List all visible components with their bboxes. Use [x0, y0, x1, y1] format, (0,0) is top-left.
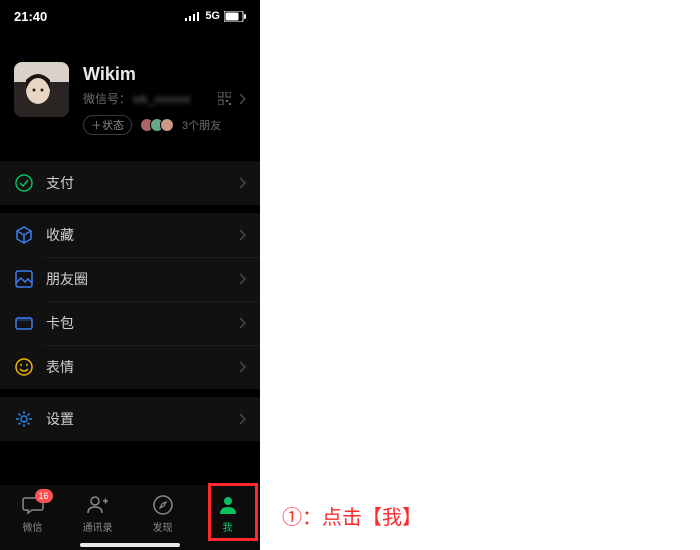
menu-label: 卡包: [46, 313, 239, 333]
network-label: 5G: [205, 10, 220, 22]
tab-me[interactable]: 我: [195, 489, 260, 550]
moments-icon: [14, 269, 34, 289]
phone-frame: 21:40 5G Wikim 微信号： wk_xxxxxx ＋状态: [0, 0, 260, 550]
discover-icon: [151, 493, 175, 517]
menu-label: 收藏: [46, 225, 239, 245]
tab-bar: 16 微信 通讯录 发现 我: [0, 485, 260, 550]
wechat-id-value: wk_xxxxxx: [133, 92, 190, 106]
sticker-icon: [14, 357, 34, 377]
tab-label: 发现: [153, 519, 173, 534]
avatar[interactable]: [14, 62, 69, 117]
status-time: 21:40: [14, 9, 47, 24]
home-indicator[interactable]: [80, 543, 180, 547]
chevron-right-icon: [239, 413, 246, 425]
menu-moments[interactable]: 朋友圈: [0, 257, 260, 301]
profile-info: Wikim 微信号： wk_xxxxxx ＋状态 3个朋友: [83, 62, 246, 135]
me-icon: [216, 493, 240, 517]
battery-icon: [224, 11, 246, 22]
profile-status-row: ＋状态 3个朋友: [83, 115, 246, 135]
tab-contacts[interactable]: 通讯录: [65, 489, 130, 550]
chevron-right-icon: [239, 273, 246, 285]
chevron-right-icon: [239, 317, 246, 329]
menu-stickers[interactable]: 表情: [0, 345, 260, 389]
status-bar: 21:40 5G: [0, 0, 260, 32]
tab-label: 我: [223, 519, 233, 534]
menu-cards[interactable]: 卡包: [0, 301, 260, 345]
tutorial-annotation: ①：点击【我】: [282, 501, 422, 530]
status-right: 5G: [185, 10, 246, 22]
menu-favorites[interactable]: 收藏: [0, 213, 260, 257]
chevron-right-icon: [239, 229, 246, 241]
friend-avatars[interactable]: [140, 118, 174, 132]
tab-label: 通讯录: [83, 519, 113, 534]
menu-label: 表情: [46, 357, 239, 377]
tab-discover[interactable]: 发现: [130, 489, 195, 550]
tab-label: 微信: [23, 519, 43, 534]
menu-label: 设置: [46, 409, 239, 429]
profile-card[interactable]: Wikim 微信号： wk_xxxxxx ＋状态 3个朋友: [0, 32, 260, 153]
cards-icon: [14, 313, 34, 333]
chevron-right-icon: [239, 361, 246, 373]
settings-icon: [14, 409, 34, 429]
profile-name: Wikim: [83, 64, 246, 85]
qr-icon[interactable]: [218, 92, 231, 105]
favorites-icon: [14, 225, 34, 245]
menu-label: 朋友圈: [46, 269, 239, 289]
add-status-button[interactable]: ＋状态: [83, 115, 132, 135]
profile-id-row: 微信号： wk_xxxxxx: [83, 90, 246, 107]
contacts-icon: [86, 493, 110, 517]
friends-count: 3个朋友: [182, 117, 221, 133]
tab-chats[interactable]: 16 微信: [0, 489, 65, 550]
signal-icon: [185, 11, 201, 21]
chevron-right-icon: [239, 93, 246, 105]
menu-settings[interactable]: 设置: [0, 397, 260, 441]
wechat-id-label: 微信号：: [83, 90, 131, 107]
unread-badge: 16: [35, 489, 53, 503]
menu-pay[interactable]: 支付: [0, 161, 260, 205]
menu-label: 支付: [46, 173, 239, 193]
pay-icon: [14, 173, 34, 193]
chevron-right-icon: [239, 177, 246, 189]
